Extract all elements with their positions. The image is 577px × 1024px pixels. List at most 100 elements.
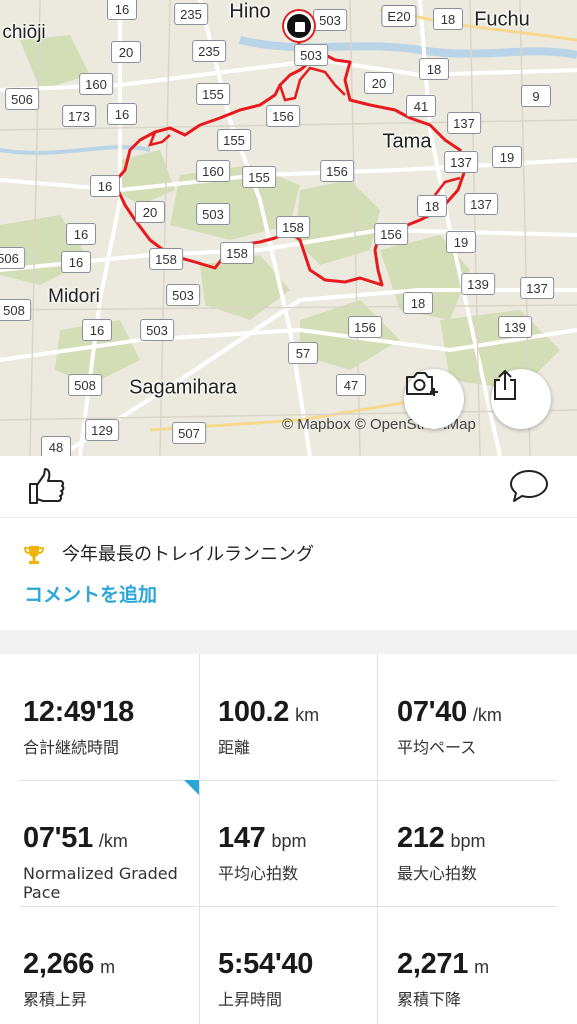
stat-duration: 12:49'18 合計継続時間 <box>23 654 203 779</box>
road-shield: 20 <box>364 72 394 94</box>
stats-grid: 12:49'18 合計継続時間 100.2 km 距離 07'40/km 平均ペー… <box>0 654 577 1024</box>
road-shield: 155 <box>196 83 230 105</box>
add-photo-button[interactable] <box>404 369 464 429</box>
share-icon <box>494 369 516 400</box>
stat-max-heart-rate: 212 bpm 最大心拍数 <box>397 780 577 905</box>
road-shield: 503 <box>166 284 200 306</box>
road-shield: 16 <box>82 319 112 341</box>
add-comment-link[interactable]: コメントを追加 <box>24 580 157 607</box>
stat-label: 累積上昇 <box>23 990 88 1009</box>
stat-label: 平均心拍数 <box>218 864 299 883</box>
achievement-section: 今年最長のトレイルランニング コメントを追加 <box>0 518 577 630</box>
place-label-sagamihara: Sagamihara <box>129 376 237 399</box>
stat-unit: /km <box>472 705 502 725</box>
like-button[interactable] <box>27 466 67 506</box>
road-shield: 503 <box>294 44 328 66</box>
stat-label: 合計継続時間 <box>23 738 120 757</box>
place-label-hino: Hino <box>229 0 271 23</box>
road-shield: 507 <box>172 422 206 444</box>
road-shield: 139 <box>461 273 495 295</box>
road-shield: 506 <box>0 247 25 269</box>
stat-value: 07'40 <box>397 696 467 728</box>
stat-descent: 2,271 m 累積下降 <box>397 906 577 1024</box>
share-button[interactable] <box>491 369 551 429</box>
road-shield: 18 <box>417 195 447 217</box>
road-shield: 160 <box>79 73 113 95</box>
road-shield: 137 <box>444 151 478 173</box>
road-shield: 503 <box>140 319 174 341</box>
road-shield: 137 <box>520 277 554 299</box>
road-shield: 48 <box>41 436 71 456</box>
stat-label: 距離 <box>218 738 251 757</box>
road-shield: 137 <box>447 112 481 134</box>
comment-button[interactable] <box>508 468 550 504</box>
road-shield: 19 <box>492 146 522 168</box>
road-shield: 158 <box>149 248 183 270</box>
road-shield: 503 <box>313 9 347 31</box>
road-shield: 57 <box>288 342 318 364</box>
stat-avg-heart-rate: 147 bpm 平均心拍数 <box>218 780 398 905</box>
road-shield: E20 <box>381 5 417 27</box>
road-shield: 137 <box>464 193 498 215</box>
stat-avg-pace: 07'40/km 平均ペース <box>397 654 577 779</box>
stat-unit: m <box>474 957 490 977</box>
road-shield: 16 <box>107 0 137 20</box>
camera-plus-icon <box>406 372 438 396</box>
road-shield: 235 <box>174 3 208 25</box>
stat-unit: bpm <box>271 831 307 851</box>
road-shield: 156 <box>266 105 300 127</box>
stat-value: 100.2 <box>218 696 290 728</box>
road-shield: 173 <box>62 105 96 127</box>
road-shield: 156 <box>348 316 382 338</box>
road-shield: 9 <box>521 85 551 107</box>
stat-unit: /km <box>98 831 128 851</box>
road-shield: 16 <box>61 251 91 273</box>
stat-label: Pace <box>23 883 61 902</box>
road-shield: 47 <box>336 374 366 396</box>
road-shield: 20 <box>111 41 141 63</box>
place-label-tama: Tama <box>382 130 432 153</box>
stat-value: 2,271 <box>397 948 469 980</box>
speech-bubble-icon <box>510 470 548 502</box>
place-label-fuchu: Fuchu <box>474 8 530 31</box>
road-shield: 156 <box>320 160 354 182</box>
road-shield: 19 <box>446 231 476 253</box>
stat-normalized-graded-pace[interactable]: 07'51/km Normalized Graded Pace <box>23 780 203 905</box>
stat-value: 212 <box>397 822 445 854</box>
stat-label: 累積下降 <box>397 990 462 1009</box>
road-shield: 235 <box>192 40 226 62</box>
section-divider <box>0 630 577 654</box>
place-label-midori: Midori <box>48 286 100 307</box>
finish-marker-icon <box>284 11 314 41</box>
road-shield: 18 <box>419 58 449 80</box>
stat-value: 12:49'18 <box>23 696 134 728</box>
road-shield: 508 <box>0 299 31 321</box>
stat-label: Normalized Graded <box>23 864 178 883</box>
stat-value: 2,266 <box>23 948 95 980</box>
stat-unit: bpm <box>450 831 486 851</box>
route-map[interactable]: 16 235 503 E20 18 20 235 506 160 173 16 … <box>0 0 577 456</box>
stat-unit: km <box>295 705 320 725</box>
road-shield: 41 <box>406 95 436 117</box>
action-bar <box>0 456 577 518</box>
stat-unit: m <box>100 957 116 977</box>
road-shield: 129 <box>85 419 119 441</box>
road-shield: 18 <box>433 8 463 30</box>
road-shield: 158 <box>220 242 254 264</box>
stat-ascent-time: 5:54'40 上昇時間 <box>218 906 398 1024</box>
place-label-hachioji: chiōji <box>2 22 46 43</box>
stat-label: 上昇時間 <box>218 990 283 1009</box>
road-shield: 503 <box>196 203 230 225</box>
stat-distance: 100.2 km 距離 <box>218 654 398 779</box>
road-shield: 160 <box>196 160 230 182</box>
road-shield: 18 <box>403 292 433 314</box>
stat-label: 平均ペース <box>397 738 477 757</box>
stat-label: 最大心拍数 <box>397 864 478 883</box>
achievement-text: 今年最長のトレイルランニング <box>62 544 314 565</box>
road-shield: 20 <box>135 201 165 223</box>
trophy-icon <box>24 546 44 564</box>
road-shield: 508 <box>68 374 102 396</box>
stat-value: 147 <box>218 822 266 854</box>
stat-value: 5:54'40 <box>218 948 314 980</box>
road-shield: 155 <box>242 166 276 188</box>
